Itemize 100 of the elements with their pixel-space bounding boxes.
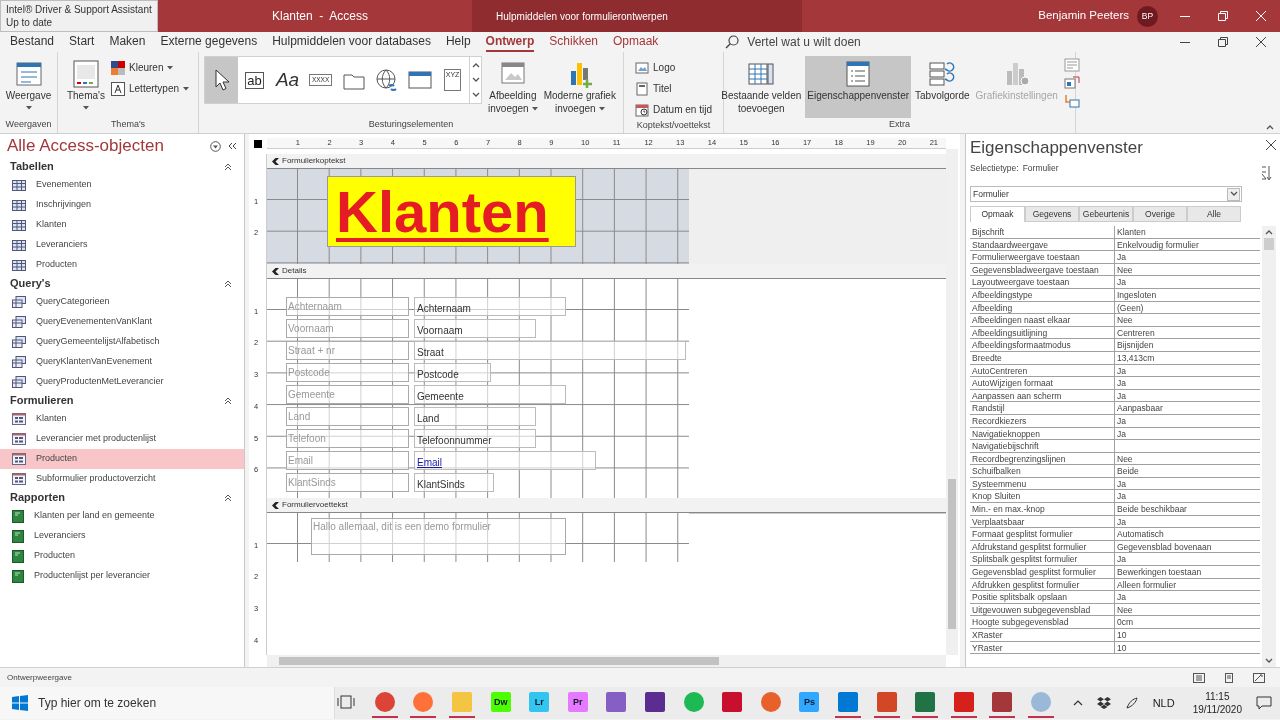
property-value[interactable]: Ja: [1115, 389, 1260, 402]
collapse-icon[interactable]: [224, 279, 232, 288]
vertical-scrollbar[interactable]: [1262, 226, 1276, 667]
text-box-control[interactable]: Telefoonnummer: [414, 429, 536, 448]
taskbar-button[interactable]: Lr: [519, 687, 559, 719]
nav-item[interactable]: Subformulier productoverzicht: [0, 469, 244, 489]
property-value[interactable]: Nee: [1115, 603, 1260, 616]
property-value[interactable]: Bijsnijden: [1115, 339, 1260, 351]
text-box-control[interactable]: Gemeente: [414, 385, 566, 404]
ribbon-icon-button[interactable]: [1063, 94, 1080, 108]
ribbon-button[interactable]: Logo: [633, 58, 714, 77]
property-value[interactable]: Ingesloten: [1115, 288, 1260, 301]
dropdown-icon[interactable]: [210, 140, 221, 152]
property-value[interactable]: Ja: [1115, 490, 1260, 503]
group-header[interactable]: Query's: [0, 275, 244, 292]
property-value[interactable]: Ja: [1115, 377, 1260, 389]
property-value[interactable]: Ja: [1115, 251, 1260, 263]
ribbon-tab[interactable]: Externe gegevens: [160, 32, 258, 52]
scroll-thumb[interactable]: [1264, 238, 1274, 250]
property-tab[interactable]: Gegevens: [1025, 206, 1079, 222]
avatar[interactable]: BP: [1137, 5, 1158, 27]
ribbon-button[interactable]: Datum en tijd: [633, 100, 714, 119]
view-button[interactable]: [1193, 672, 1205, 683]
property-value[interactable]: Ja: [1115, 414, 1260, 427]
nav-item[interactable]: Producten: [0, 255, 244, 275]
collapse-icon[interactable]: [224, 396, 232, 405]
nav-item[interactable]: QueryCategorieen: [0, 292, 244, 312]
text-box-control[interactable]: Straat: [414, 341, 686, 360]
property-value[interactable]: Klanten: [1115, 226, 1260, 238]
ribbon-button[interactable]: Moderne grafiek invoegen: [541, 56, 618, 118]
collapse-pane-icon[interactable]: [228, 142, 237, 150]
nav-item[interactable]: Leverancier met productenlijst: [0, 429, 244, 449]
nav-item[interactable]: Producten: [0, 546, 244, 566]
taskbar-search-field[interactable]: Typ hier om te zoeken: [0, 687, 335, 719]
text-box-control[interactable]: Land: [414, 407, 536, 426]
taskbar-button[interactable]: Pr: [558, 687, 598, 719]
ribbon-button[interactable]: Lettertypen: [109, 79, 192, 98]
property-value[interactable]: Ja: [1115, 427, 1260, 440]
ribbon-button[interactable]: Afbeelding invoegen: [486, 56, 540, 118]
nav-item[interactable]: Leveranciers: [0, 526, 244, 546]
text-box-control[interactable]: Email: [414, 451, 596, 470]
property-value[interactable]: Ja: [1115, 276, 1260, 288]
sort-button[interactable]: [1260, 165, 1272, 181]
text-box-control[interactable]: Achternaam: [414, 297, 566, 316]
taskbar-button[interactable]: Ps: [790, 687, 829, 719]
clock[interactable]: 11:15 19/11/2020: [1192, 690, 1242, 716]
property-tab[interactable]: Overige: [1133, 206, 1187, 222]
ribbon-tab[interactable]: Start: [69, 32, 95, 52]
nav-item[interactable]: Klanten per land en gemeente: [0, 506, 244, 526]
collapse-ribbon-button[interactable]: [1266, 124, 1274, 130]
property-value[interactable]: Gegevensblad bovenaan: [1115, 540, 1260, 553]
ribbon-icon-button[interactable]: [1063, 76, 1080, 90]
close-button[interactable]: [1266, 140, 1276, 150]
property-value[interactable]: Ja: [1115, 515, 1260, 528]
property-value[interactable]: Automatisch: [1115, 528, 1260, 540]
ribbon-tab[interactable]: Opmaak: [613, 32, 659, 52]
section-bar[interactable]: Formuliervoettekst: [267, 498, 946, 513]
gallery-tool[interactable]: ab: [238, 57, 272, 103]
ribbon-button[interactable]: Tabvolgorde: [913, 56, 972, 118]
section-bar[interactable]: Details: [267, 264, 946, 279]
nav-item[interactable]: Inschrijvingen: [0, 195, 244, 215]
ribbon-tab[interactable]: Bestand: [10, 32, 55, 52]
ribbon-tab[interactable]: Help: [445, 32, 471, 52]
scroll-thumb[interactable]: [279, 657, 719, 665]
view-button[interactable]: [1223, 672, 1235, 683]
scroll-up-icon[interactable]: [471, 61, 480, 68]
dropbox-icon[interactable]: [1096, 697, 1111, 709]
ribbon-button[interactable]: Titel: [633, 79, 714, 98]
collapse-icon[interactable]: [224, 162, 232, 171]
scroll-down-icon[interactable]: [471, 77, 480, 83]
collapse-icon[interactable]: [224, 493, 232, 502]
ribbon-button[interactable]: Bestaande velden toevoegen: [719, 56, 804, 118]
nav-item[interactable]: Leveranciers: [0, 235, 244, 255]
section-bar[interactable]: Formulierkoptekst: [267, 154, 946, 169]
group-header[interactable]: Formulieren: [0, 392, 244, 409]
property-tab[interactable]: Gebeurtenis: [1079, 206, 1133, 222]
horizontal-scrollbar[interactable]: [267, 655, 946, 667]
ribbon-button[interactable]: Weergave: [3, 56, 54, 118]
hyperlink-field[interactable]: Email: [417, 457, 442, 468]
nav-item[interactable]: Productenlijst per leverancier: [0, 566, 244, 586]
pen-icon[interactable]: [1124, 696, 1139, 710]
object-dropdown[interactable]: Formulier: [970, 186, 1242, 202]
title-label-box[interactable]: Klanten: [327, 176, 576, 247]
property-value[interactable]: Ja: [1115, 364, 1260, 377]
property-value[interactable]: 0cm: [1115, 616, 1260, 628]
ribbon-tab[interactable]: Maken: [109, 32, 146, 52]
property-value[interactable]: Nee: [1115, 452, 1260, 465]
notifications-icon[interactable]: [1256, 696, 1272, 710]
more-icon[interactable]: [471, 92, 480, 99]
vertical-scrollbar[interactable]: [946, 149, 958, 655]
group-header[interactable]: Tabellen: [0, 158, 244, 175]
property-value[interactable]: Centreren: [1115, 326, 1260, 339]
show-hidden-icons-icon[interactable]: [1072, 700, 1083, 706]
property-value[interactable]: Bewerkingen toestaan: [1115, 566, 1260, 578]
nav-item[interactable]: Klanten: [0, 215, 244, 235]
property-value[interactable]: Enkelvoudig formulier: [1115, 238, 1260, 251]
scroll-down-icon[interactable]: [1265, 658, 1273, 664]
property-tab[interactable]: Opmaak: [970, 206, 1025, 222]
nav-item[interactable]: Producten: [0, 449, 244, 469]
property-tab[interactable]: Alle: [1187, 206, 1241, 222]
